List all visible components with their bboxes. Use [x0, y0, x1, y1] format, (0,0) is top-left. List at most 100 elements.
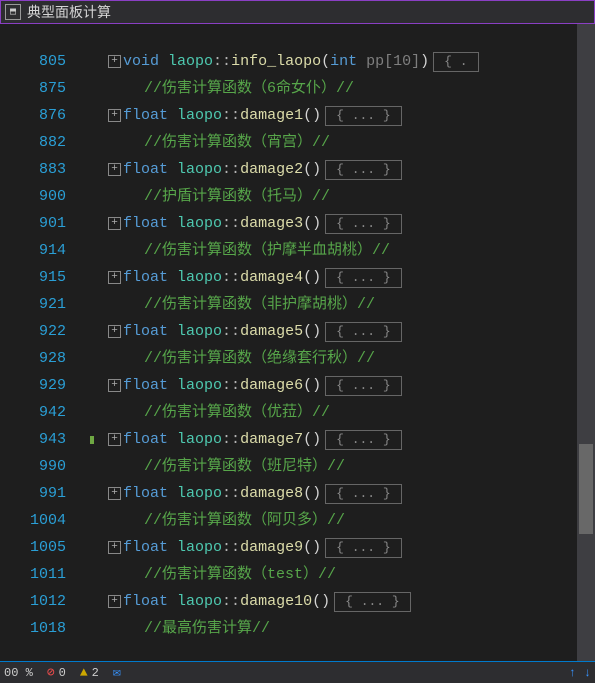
status-messages[interactable]: ✉	[113, 665, 121, 680]
scrollbar-thumb[interactable]	[579, 444, 593, 534]
collapsed-body[interactable]: { ... }	[325, 160, 402, 180]
change-marker	[88, 345, 108, 372]
code-comment: //伤害计算函数（护摩半血胡桃）//	[144, 237, 390, 264]
line-number: 876	[0, 102, 88, 129]
line-number: 921	[0, 291, 88, 318]
code-line[interactable]: //护盾计算函数（托马）//	[108, 183, 577, 210]
change-marker	[88, 183, 108, 210]
code-area[interactable]: +void laopo::info_laopo(int pp[10]){ . /…	[108, 24, 577, 661]
change-marker	[88, 399, 108, 426]
collapsed-body[interactable]: { ... }	[334, 592, 411, 612]
change-marker	[88, 210, 108, 237]
code-line[interactable]: //伤害计算函数（护摩半血胡桃）//	[108, 237, 577, 264]
code-line[interactable]: +float laopo::damage8(){ ... }	[108, 480, 577, 507]
code-signature: float laopo::damage6()	[123, 372, 321, 399]
fold-expand-icon[interactable]: +	[108, 433, 121, 446]
code-line[interactable]: +float laopo::damage10(){ ... }	[108, 588, 577, 615]
vertical-scrollbar[interactable]	[577, 24, 595, 661]
line-number: 805	[0, 48, 88, 75]
code-signature: float laopo::damage8()	[123, 480, 321, 507]
line-number: 883	[0, 156, 88, 183]
change-marker	[88, 534, 108, 561]
collapsed-body[interactable]: { ... }	[325, 268, 402, 288]
line-number-gutter: 8058758768828839009019149159219229289299…	[0, 24, 88, 661]
error-icon: ⊘	[47, 665, 55, 680]
line-number: 901	[0, 210, 88, 237]
change-marker	[88, 48, 108, 75]
change-marker	[88, 291, 108, 318]
change-marker	[88, 237, 108, 264]
status-errors[interactable]: ⊘ 0	[47, 665, 66, 680]
code-line[interactable]: //最高伤害计算//	[108, 615, 577, 642]
line-number: 990	[0, 453, 88, 480]
fold-expand-icon[interactable]: +	[108, 487, 121, 500]
code-signature: float laopo::damage9()	[123, 534, 321, 561]
titlebar[interactable]: ⬒ 典型面板计算	[0, 0, 595, 24]
line-number: 1018	[0, 615, 88, 642]
code-comment: //伤害计算函数（非护摩胡桃）//	[144, 291, 375, 318]
code-comment: //伤害计算函数（班尼特）//	[144, 453, 345, 480]
warning-icon: ▲	[80, 665, 88, 680]
nav-arrows[interactable]: ↑ ↓	[569, 666, 591, 680]
code-signature: float laopo::damage5()	[123, 318, 321, 345]
code-line[interactable]: //伤害计算函数（test）//	[108, 561, 577, 588]
fold-expand-icon[interactable]: +	[108, 163, 121, 176]
code-line[interactable]: //伤害计算函数（阿贝多）//	[108, 507, 577, 534]
code-comment: //护盾计算函数（托马）//	[144, 183, 330, 210]
code-comment: //伤害计算函数（绝缘套行秋）//	[144, 345, 375, 372]
line-number: 875	[0, 75, 88, 102]
code-signature: float laopo::damage1()	[123, 102, 321, 129]
titlebar-title: 典型面板计算	[27, 2, 111, 22]
fold-expand-icon[interactable]: +	[108, 217, 121, 230]
error-count: 0	[59, 666, 66, 680]
collapsed-body[interactable]: { ... }	[325, 106, 402, 126]
collapsed-body[interactable]: { ... }	[325, 214, 402, 234]
code-line[interactable]: +float laopo::damage5(){ ... }	[108, 318, 577, 345]
code-line[interactable]: +void laopo::info_laopo(int pp[10]){ .	[108, 48, 577, 75]
nav-up-icon[interactable]: ↑	[569, 666, 576, 680]
code-line[interactable]: //伤害计算函数（非护摩胡桃）//	[108, 291, 577, 318]
change-marker	[88, 615, 108, 642]
code-line[interactable]: +float laopo::damage6(){ ... }	[108, 372, 577, 399]
code-line[interactable]: //伤害计算函数（6命女仆）//	[108, 75, 577, 102]
line-number: 1012	[0, 588, 88, 615]
code-line[interactable]: //伤害计算函数（优菈）//	[108, 399, 577, 426]
fold-expand-icon[interactable]: +	[108, 379, 121, 392]
code-signature: float laopo::damage4()	[123, 264, 321, 291]
status-warnings[interactable]: ▲ 2	[80, 665, 99, 680]
line-number: 991	[0, 480, 88, 507]
collapsed-body[interactable]: { .	[433, 52, 478, 72]
change-marker	[88, 561, 108, 588]
fold-expand-icon[interactable]: +	[108, 325, 121, 338]
code-line[interactable]: +float laopo::damage3(){ ... }	[108, 210, 577, 237]
fold-expand-icon[interactable]: +	[108, 541, 121, 554]
collapsed-body[interactable]: { ... }	[325, 484, 402, 504]
code-line[interactable]: +float laopo::damage4(){ ... }	[108, 264, 577, 291]
line-number: 1011	[0, 561, 88, 588]
collapsed-body[interactable]: { ... }	[325, 538, 402, 558]
fold-expand-icon[interactable]: +	[108, 271, 121, 284]
change-marker	[88, 372, 108, 399]
fold-expand-icon[interactable]: +	[108, 595, 121, 608]
code-line[interactable]: +float laopo::damage2(){ ... }	[108, 156, 577, 183]
collapsed-body[interactable]: { ... }	[325, 322, 402, 342]
statusbar: 00 % ⊘ 0 ▲ 2 ✉ ↑ ↓	[0, 661, 595, 683]
code-line[interactable]: //伤害计算函数（绝缘套行秋）//	[108, 345, 577, 372]
change-marker	[88, 507, 108, 534]
code-signature: float laopo::damage10()	[123, 588, 330, 615]
code-line[interactable]: //伤害计算函数（班尼特）//	[108, 453, 577, 480]
fold-gutter	[88, 24, 108, 661]
message-icon: ✉	[113, 665, 121, 680]
nav-down-icon[interactable]: ↓	[584, 666, 591, 680]
fold-expand-icon[interactable]: +	[108, 109, 121, 122]
code-line[interactable]: +float laopo::damage7(){ ... }	[108, 426, 577, 453]
fold-expand-icon[interactable]: +	[108, 55, 121, 68]
code-line[interactable]: //伤害计算函数（宵宫）//	[108, 129, 577, 156]
code-line[interactable]: +float laopo::damage1(){ ... }	[108, 102, 577, 129]
collapsed-body[interactable]: { ... }	[325, 376, 402, 396]
code-comment: //伤害计算函数（优菈）//	[144, 399, 330, 426]
line-number: 922	[0, 318, 88, 345]
collapsed-body[interactable]: { ... }	[325, 430, 402, 450]
editor: 8058758768828839009019149159219229289299…	[0, 24, 595, 661]
code-line[interactable]: +float laopo::damage9(){ ... }	[108, 534, 577, 561]
